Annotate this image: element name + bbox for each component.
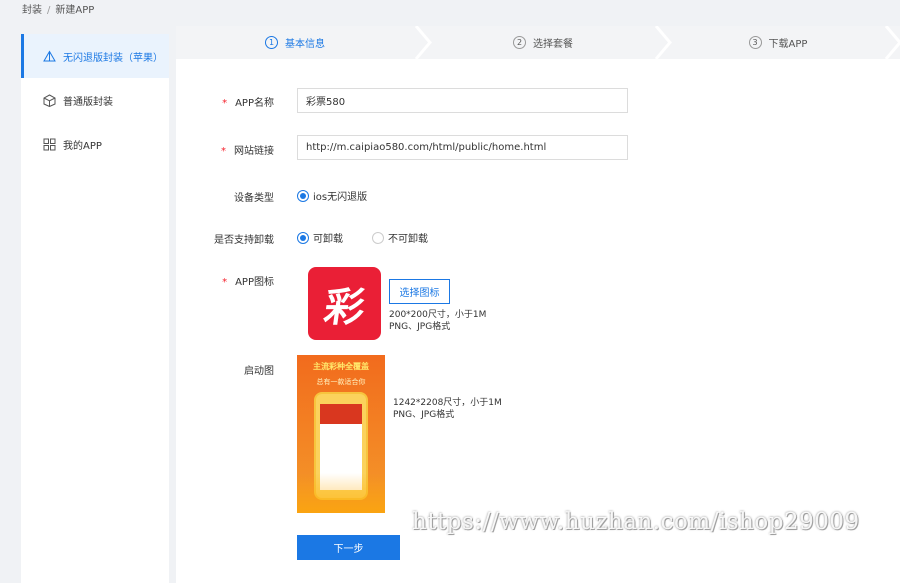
cube-icon	[42, 93, 56, 107]
site-url-label-text: 网站链接	[234, 146, 274, 157]
step-basic-info: 1 基本信息	[176, 26, 414, 59]
radio-dot	[297, 189, 309, 202]
app-name-label-text: APP名称	[235, 98, 274, 109]
sidebar: 无闪退版封装（苹果） 普通版封装 我的APP	[21, 34, 169, 583]
app-icon-hint: 200*200尺寸，小于1M PNG、JPG格式	[389, 309, 486, 333]
breadcrumb-separator: /	[47, 5, 51, 16]
step-label: 基本信息	[285, 39, 325, 50]
device-type-label: 设备类型	[234, 193, 274, 204]
grid-icon	[42, 137, 56, 151]
radio-label: 可卸载	[313, 234, 343, 245]
launch-image-preview: 主流彩种全覆盖 总有一款适合你	[297, 355, 385, 513]
app-icon-label-text: APP图标	[235, 277, 274, 288]
sidebar-item-label: 无闪退版封装（苹果）	[63, 52, 163, 64]
breadcrumb: 封装 / 新建APP	[22, 1, 94, 16]
step-number: 3	[748, 36, 762, 49]
app-icon-preview: 彩	[308, 267, 381, 340]
launch-banner-subtitle: 总有一款适合你	[316, 378, 366, 386]
breadcrumb-current: 新建APP	[55, 5, 95, 16]
main-content: 1 基本信息 2 选择套餐 3 下载APP *APP名称 *网站链接 设备类型 …	[176, 26, 900, 583]
launch-image-hint: 1242*2208尺寸，小于1M PNG、JPG格式	[393, 397, 502, 421]
radio-dot	[297, 231, 309, 244]
app-name-input[interactable]	[297, 88, 628, 113]
step-divider-3	[884, 26, 900, 59]
radio-label: ios无闪退版	[313, 192, 368, 203]
sidebar-item-label: 普通版封装	[63, 96, 113, 108]
radio-dot	[372, 231, 384, 244]
launch-glow	[297, 473, 385, 513]
step-choose-package: 2 选择套餐	[432, 26, 654, 59]
sidebar-item-no-crash-ios[interactable]: 无闪退版封装（苹果）	[21, 34, 169, 78]
step-divider-1	[414, 26, 432, 59]
app-icon-hint-size: 200*200尺寸，小于1M	[389, 310, 487, 320]
sidebar-item-my-app[interactable]: 我的APP	[21, 122, 169, 166]
app-icon-hint-format: PNG、JPG格式	[389, 322, 451, 332]
step-label: 选择套餐	[533, 39, 573, 50]
uninstall-label: 是否支持卸载	[214, 235, 274, 246]
app-name-label: * APP名称	[176, 94, 274, 109]
watermark-text: https://www.huzhan.com/ishop29009	[412, 509, 860, 535]
required-mark: *	[222, 277, 228, 288]
select-icon-button[interactable]: 选择图标	[389, 279, 450, 304]
sidebar-item-label: 我的APP	[63, 140, 102, 152]
launch-hint-format: PNG、JPG格式	[393, 410, 455, 420]
uninstall-radio-no[interactable]: 不可卸载	[372, 230, 428, 245]
step-bar: 1 基本信息 2 选择套餐 3 下载APP	[176, 26, 900, 59]
site-url-input[interactable]	[297, 135, 628, 160]
device-type-radio-ios[interactable]: ios无闪退版	[297, 188, 367, 203]
step-divider-2	[654, 26, 672, 59]
required-mark: *	[221, 146, 226, 157]
launch-image-label: 启动图	[244, 366, 274, 377]
radio-label: 不可卸载	[388, 234, 428, 245]
app-icon-label: * APP图标	[176, 273, 274, 288]
step-number: 1	[265, 36, 278, 49]
step-label: 下载APP	[768, 39, 808, 50]
required-mark: *	[222, 98, 228, 109]
launch-hint-size: 1242*2208尺寸，小于1M	[393, 398, 502, 408]
site-url-label: * 网站链接	[176, 142, 274, 157]
sidebar-item-normal-wrap[interactable]: 普通版封装	[21, 78, 169, 122]
step-download-app: 3 下载APP	[672, 26, 884, 59]
app-icon-glyph: 彩	[320, 284, 368, 331]
next-step-button[interactable]: 下一步	[297, 535, 400, 560]
triangle-icon	[42, 49, 56, 63]
uninstall-radio-yes[interactable]: 可卸载	[297, 230, 343, 245]
step-number: 2	[513, 36, 526, 49]
breadcrumb-root[interactable]: 封装	[22, 5, 42, 16]
launch-banner-title: 主流彩种全覆盖	[313, 362, 369, 371]
phone-screen-header	[320, 404, 362, 424]
